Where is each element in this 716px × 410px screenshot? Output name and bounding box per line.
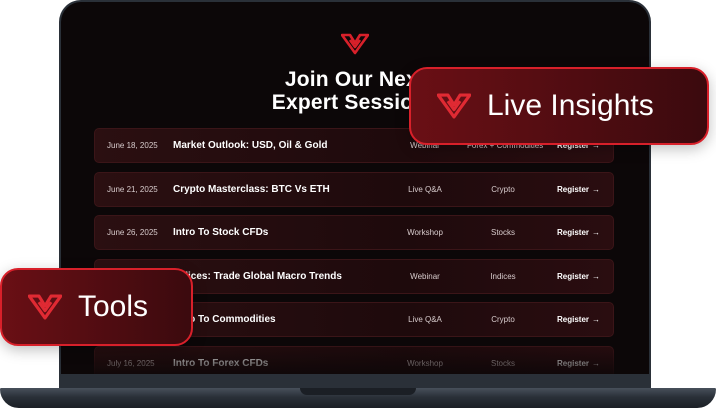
live-insights-label: Live Insights — [487, 89, 654, 122]
brand-logo-icon — [28, 294, 62, 320]
event-title: Indices: Trade Global Macro Trends — [173, 270, 342, 282]
register-label: Register — [557, 271, 590, 281]
event-category: Stocks — [490, 228, 515, 237]
event-date: June 21, 2025 — [107, 184, 158, 194]
register-label: Register — [557, 228, 590, 237]
event-title: Market Outlook: USD, Oil & Gold — [173, 140, 328, 151]
event-type: Workshop — [407, 228, 443, 237]
event-date: June 26, 2025 — [107, 228, 158, 237]
event-category: Indices — [490, 271, 516, 281]
register-link[interactable]: Register→ — [557, 303, 600, 336]
register-label: Register — [557, 315, 590, 324]
laptop-notch — [300, 388, 416, 395]
arrow-right-icon: → — [592, 315, 601, 324]
event-category: Crypto — [491, 184, 515, 194]
event-title: Intro To Stock CFDs — [173, 227, 269, 238]
brand-logo-icon — [437, 93, 471, 119]
tools-badge: Tools — [0, 268, 193, 346]
event-date: June 18, 2025 — [107, 141, 158, 150]
register-link[interactable]: Register→ — [557, 260, 600, 293]
event-type: Live Q&A — [408, 315, 442, 324]
register-link[interactable]: Register→ — [557, 216, 600, 249]
brand-logo-icon — [341, 33, 369, 55]
event-category: Crypto — [491, 315, 515, 324]
event-row: June 21, 2025 Crypto Masterclass: BTC Vs … — [94, 171, 614, 207]
event-title: Crypto Masterclass: BTC Vs ETH — [173, 183, 330, 195]
register-link[interactable]: Register→ — [557, 173, 600, 206]
arrow-right-icon: → — [592, 271, 601, 281]
live-insights-badge: Live Insights — [409, 67, 709, 145]
arrow-right-icon: → — [592, 228, 601, 237]
event-type: Webinar — [410, 271, 440, 281]
event-type: Live Q&A — [408, 184, 442, 194]
screen-fade — [61, 342, 649, 374]
register-label: Register — [557, 184, 590, 194]
event-row: June 26, 2025 Intro To Stock CFDs Workshop… — [94, 215, 614, 250]
tools-label: Tools — [78, 290, 149, 323]
arrow-right-icon: → — [592, 184, 601, 194]
